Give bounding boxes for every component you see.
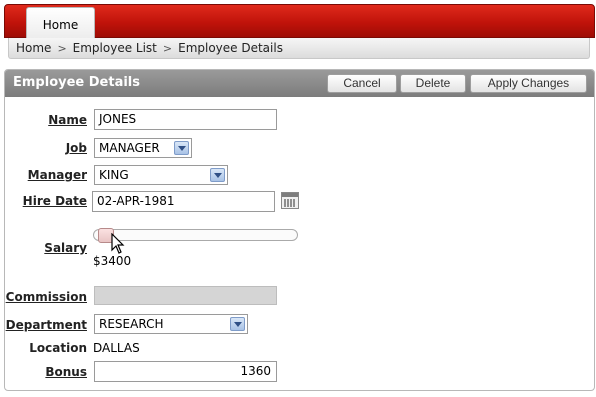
- name-field[interactable]: JONES: [94, 109, 277, 130]
- top-nav-bar: Home: [4, 4, 595, 40]
- salary-value: $3400: [93, 254, 132, 268]
- name-label: Name: [48, 113, 87, 127]
- chevron-down-icon[interactable]: [210, 168, 225, 182]
- department-select[interactable]: RESEARCH: [94, 314, 248, 334]
- apply-changes-button[interactable]: Apply Changes: [470, 74, 587, 93]
- location-label: Location: [29, 341, 87, 355]
- department-label: Department: [5, 318, 87, 332]
- mouse-pointer-icon: [111, 233, 125, 254]
- commission-field: [94, 286, 277, 305]
- breadcrumb: Home > Employee List > Employee Details: [8, 38, 590, 59]
- breadcrumb-employee-list[interactable]: Employee List: [73, 41, 157, 55]
- cancel-button[interactable]: Cancel: [327, 74, 397, 93]
- hire-date-field[interactable]: 02-APR-1981: [92, 191, 275, 212]
- chevron-down-icon[interactable]: [174, 141, 189, 155]
- calendar-icon-grid: [284, 199, 296, 207]
- manager-label: Manager: [27, 168, 87, 182]
- breadcrumb-home[interactable]: Home: [16, 41, 51, 55]
- tab-home[interactable]: Home: [26, 7, 95, 40]
- chevron-down-icon[interactable]: [230, 317, 245, 331]
- delete-button[interactable]: Delete: [400, 74, 466, 93]
- employee-details-region: Employee Details Cancel Delete Apply Cha…: [4, 69, 595, 391]
- region-title: Employee Details: [13, 75, 140, 90]
- manager-select[interactable]: KING: [94, 165, 228, 185]
- breadcrumb-separator: >: [57, 42, 67, 55]
- bonus-label: Bonus: [45, 365, 87, 379]
- job-label: Job: [65, 141, 87, 155]
- commission-label: Commission: [5, 290, 87, 304]
- calendar-icon-header: [282, 193, 298, 197]
- breadcrumb-current: Employee Details: [178, 41, 283, 55]
- location-value: DALLAS: [93, 341, 140, 355]
- bonus-field[interactable]: 1360: [94, 361, 277, 382]
- hire-date-label: Hire Date: [22, 194, 87, 208]
- job-select[interactable]: MANAGER: [94, 138, 192, 158]
- breadcrumb-separator: >: [162, 42, 173, 55]
- department-select-value: RESEARCH: [99, 317, 164, 331]
- salary-label: Salary: [44, 241, 87, 255]
- region-header: Employee Details Cancel Delete Apply Cha…: [5, 70, 594, 97]
- manager-select-value: KING: [99, 168, 129, 182]
- job-select-value: MANAGER: [99, 141, 160, 155]
- calendar-icon[interactable]: [281, 192, 299, 209]
